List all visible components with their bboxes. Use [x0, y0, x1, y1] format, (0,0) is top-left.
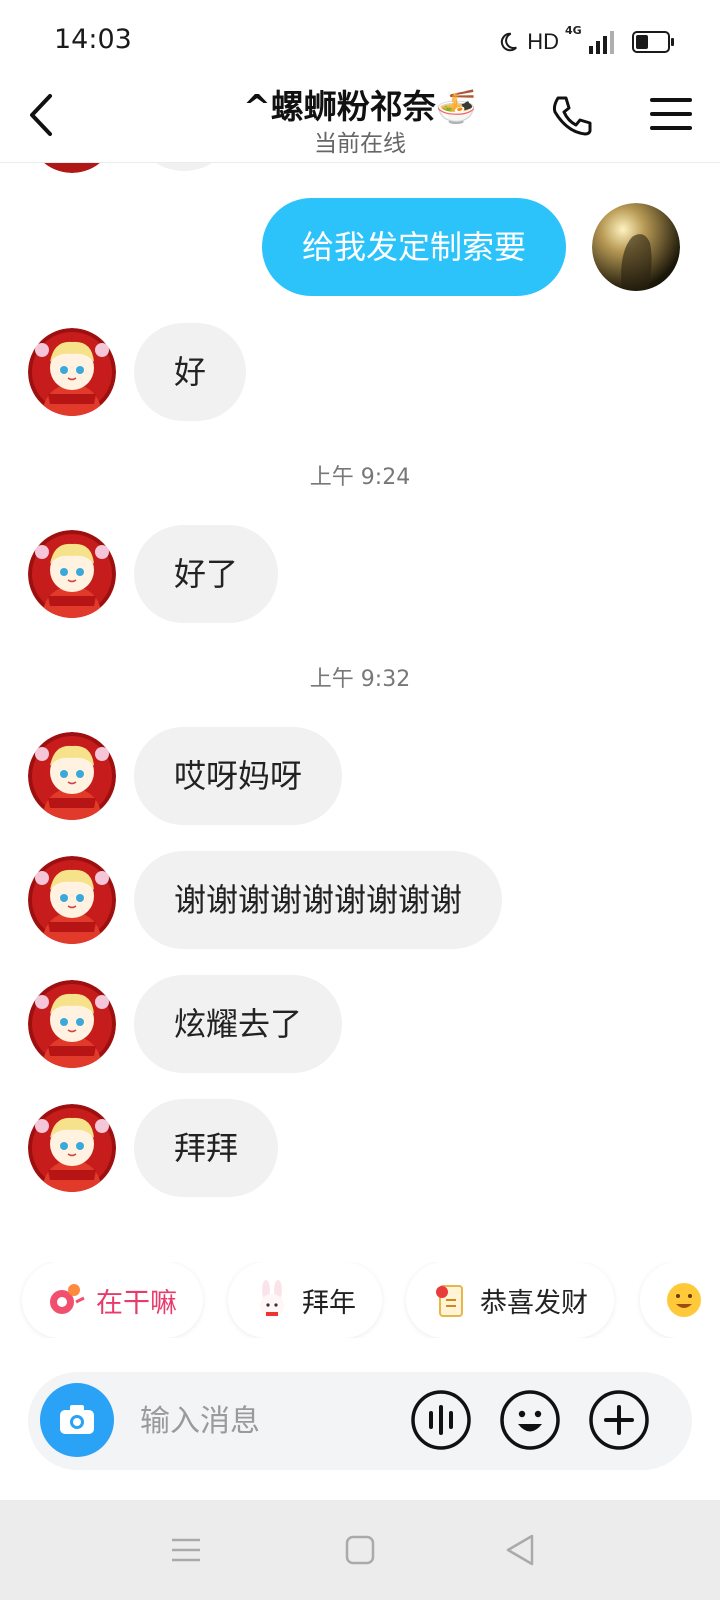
message-input[interactable]	[138, 1390, 422, 1452]
home-icon[interactable]	[340, 1530, 380, 1570]
chat-header: ^螺蛳粉祁奈🍜 当前在线	[0, 80, 720, 163]
quick-chip-zaiganma[interactable]: 在干嘛	[22, 1262, 203, 1338]
message-bubble-received[interactable]: 好	[134, 323, 247, 421]
camera-button[interactable]	[40, 1383, 114, 1457]
signal-label: 4G	[565, 24, 582, 37]
emoji-button[interactable]	[499, 1389, 561, 1451]
contact-avatar[interactable]	[28, 328, 116, 416]
message-bubble-received[interactable]: 谢谢谢谢谢谢谢谢谢	[134, 851, 503, 949]
quick-chip-bainian[interactable]: 拜年	[228, 1262, 382, 1338]
signal-icon: 4G	[565, 24, 614, 54]
contact-avatar[interactable]	[28, 980, 116, 1068]
online-status: 当前在线	[314, 131, 406, 157]
system-nav-bar	[0, 1500, 720, 1600]
message-bubble-received[interactable]: 炫耀去了	[134, 975, 343, 1073]
message-bubble-received[interactable]: 哎呀妈呀	[134, 727, 343, 825]
recent-apps-icon[interactable]	[166, 1530, 206, 1570]
timestamp: 上午 9:24	[309, 465, 411, 490]
contact-avatar[interactable]	[28, 163, 116, 173]
message-bubble-received[interactable]: 拜拜	[134, 1099, 279, 1197]
contact-avatar[interactable]	[28, 732, 116, 820]
chip-label: 在干嘛	[96, 1287, 177, 1319]
contact-avatar[interactable]	[28, 530, 116, 618]
add-button[interactable]	[588, 1389, 650, 1451]
message-bubble-sent[interactable]: 给我发定制索要	[262, 198, 567, 296]
chip-label: 拜年	[302, 1287, 356, 1319]
wave-icon	[50, 1284, 85, 1314]
message-bubble-partial	[134, 163, 234, 171]
contact-avatar[interactable]	[28, 1104, 116, 1192]
voice-button[interactable]	[410, 1389, 472, 1451]
quick-chip-gongxifacai[interactable]: 恭喜发财	[406, 1262, 614, 1338]
status-time: 14:03	[54, 24, 132, 55]
menu-button[interactable]	[650, 98, 692, 134]
fortune-icon	[436, 1285, 463, 1317]
quick-chip-emoji[interactable]	[640, 1262, 720, 1338]
message-bubble-received[interactable]: 好了	[134, 525, 279, 623]
camera-icon	[60, 1405, 94, 1434]
network-label: HD	[527, 29, 559, 54]
hug-emoji-icon	[667, 1283, 701, 1317]
status-icons: HD 4G	[497, 24, 674, 56]
contact-name: ^螺蛳粉祁奈🍜	[243, 87, 477, 126]
message-list[interactable]: 给我发定制索要 好 上午 9:24 好了 上午 9:32 哎呀妈呀 谢谢谢谢谢谢…	[0, 163, 720, 1238]
quick-reply-bar[interactable]: 在干嘛 拜年 恭喜发财	[0, 1262, 720, 1338]
chip-label: 恭喜发财	[480, 1287, 588, 1319]
status-bar: 14:03 HD 4G	[0, 0, 720, 80]
battery-icon	[632, 31, 674, 53]
timestamp: 上午 9:32	[309, 667, 411, 692]
rabbit-icon	[260, 1280, 284, 1318]
my-avatar[interactable]	[592, 203, 680, 291]
moon-icon	[501, 32, 518, 52]
phone-call-icon[interactable]	[548, 92, 596, 140]
message-input-bar	[28, 1372, 692, 1470]
back-nav-icon[interactable]	[500, 1530, 540, 1570]
contact-avatar[interactable]	[28, 856, 116, 944]
